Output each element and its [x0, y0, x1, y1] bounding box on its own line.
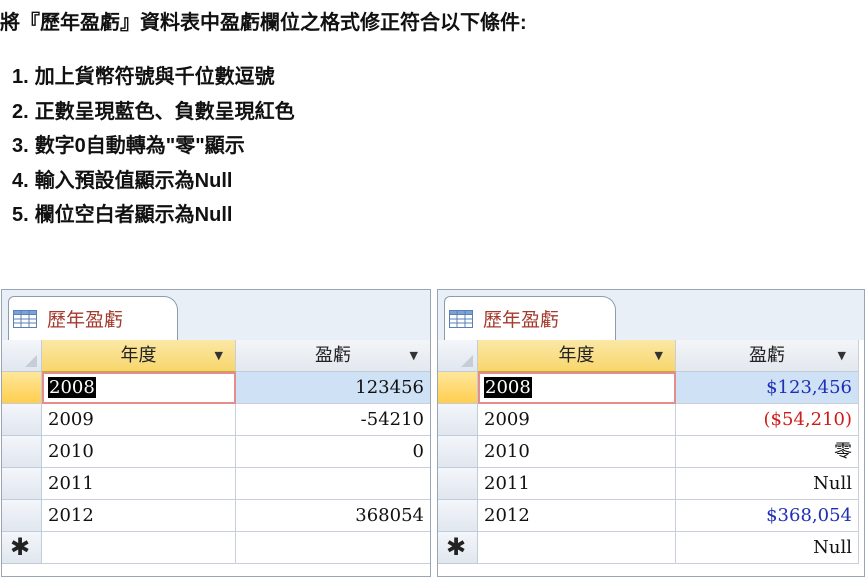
record-selector[interactable] [2, 372, 42, 404]
table-icon [449, 309, 473, 328]
record-selector[interactable] [2, 468, 42, 500]
record-selector[interactable] [438, 372, 478, 404]
table-row: 2008 $123,456 [438, 372, 864, 404]
header-row: 年度 ▼ 盈虧 ▼ [438, 340, 864, 372]
profit-cell[interactable]: Null [676, 532, 859, 564]
year-cell[interactable] [42, 532, 236, 564]
chevron-down-icon[interactable]: ▼ [838, 340, 846, 371]
condition-item: 5. 欄位空白者顯示為Null [12, 198, 295, 233]
condition-text: 正數呈現藍色、負數呈現紅色 [34, 100, 295, 123]
chevron-down-icon[interactable]: ▼ [655, 340, 663, 371]
table-row: 2008 123456 [2, 372, 430, 404]
condition-item: 1. 加上貨幣符號與千位數逗號 [12, 60, 295, 95]
year-cell[interactable]: 2011 [478, 468, 676, 500]
profit-cell[interactable]: -54210 [236, 404, 430, 436]
table-row: 2010 0 [2, 436, 430, 468]
column-header-profit[interactable]: 盈虧 ▼ [676, 340, 859, 372]
condition-number: 1. [12, 66, 29, 88]
profit-cell[interactable]: 368054 [236, 500, 430, 532]
column-header-year[interactable]: 年度 ▼ [478, 340, 676, 372]
record-selector[interactable] [438, 436, 478, 468]
record-selector[interactable]: ✱ [2, 532, 42, 564]
condition-text: 輸入預設值顯示為Null [34, 169, 233, 192]
instruction-title: 將『歷年盈虧』資料表中盈虧欄位之格式修正符合以下條件: [0, 12, 527, 34]
profit-cell[interactable]: 0 [236, 436, 430, 468]
table-icon [13, 309, 37, 328]
table-tab[interactable]: 歷年盈虧 [8, 296, 178, 340]
year-cell[interactable]: 2012 [478, 500, 676, 532]
condition-number: 2. [12, 100, 29, 123]
select-all-corner[interactable] [2, 340, 42, 372]
year-cell[interactable] [478, 532, 676, 564]
year-cell[interactable]: 2008 [42, 372, 236, 404]
record-selector[interactable] [2, 500, 42, 532]
column-header-year[interactable]: 年度 ▼ [42, 340, 236, 372]
table-row: 2009 -54210 [2, 404, 430, 436]
condition-item: 3. 數字0自動轉為"零"顯示 [12, 129, 295, 164]
condition-list: 1. 加上貨幣符號與千位數逗號 2. 正數呈現藍色、負數呈現紅色 3. 數字0自動轉為… [12, 60, 295, 233]
chevron-down-icon[interactable]: ▼ [215, 340, 223, 371]
record-selector[interactable] [438, 404, 478, 436]
record-selector[interactable] [438, 468, 478, 500]
condition-item: 4. 輸入預設值顯示為Null [12, 164, 295, 199]
profit-cell[interactable]: Null [676, 468, 859, 500]
year-cell[interactable]: 2008 [478, 372, 676, 404]
record-selector[interactable] [438, 500, 478, 532]
profit-cell[interactable]: ($54,210) [676, 404, 859, 436]
datasheet-after: 歷年盈虧 年度 ▼ 盈虧 ▼ 2008 $123,456 2009 ($54,2… [437, 289, 865, 577]
datasheet-grid: 年度 ▼ 盈虧 ▼ 2008 $123,456 2009 ($54,210) 2… [438, 340, 864, 576]
table-row: 2011 [2, 468, 430, 500]
profit-cell[interactable]: 123456 [236, 372, 430, 404]
profit-cell[interactable] [236, 532, 430, 564]
year-cell[interactable]: 2010 [42, 436, 236, 468]
asterisk-icon: ✱ [10, 534, 31, 561]
record-selector[interactable] [2, 436, 42, 468]
tab-label: 歷年盈虧 [483, 309, 560, 331]
profit-cell[interactable] [236, 468, 430, 500]
datasheet-before: 歷年盈虧 年度 ▼ 盈虧 ▼ 2008 123456 2009 -54210 2… [1, 289, 431, 577]
table-row: 2011 Null [438, 468, 864, 500]
chevron-down-icon[interactable]: ▼ [410, 340, 418, 371]
header-row: 年度 ▼ 盈虧 ▼ [2, 340, 430, 372]
profit-cell[interactable]: $368,054 [676, 500, 859, 532]
condition-number: 4. [12, 169, 29, 192]
condition-text: 數字0自動轉為"零"顯示 [34, 135, 245, 157]
new-record-row: ✱ [2, 532, 430, 564]
asterisk-icon: ✱ [446, 534, 467, 561]
year-cell[interactable]: 2009 [42, 404, 236, 436]
year-cell[interactable]: 2009 [478, 404, 676, 436]
new-record-row: ✱ Null [438, 532, 864, 564]
table-row: 2010 零 [438, 436, 864, 468]
column-header-profit[interactable]: 盈虧 ▼ [236, 340, 430, 372]
year-cell[interactable]: 2010 [478, 436, 676, 468]
table-tab[interactable]: 歷年盈虧 [444, 296, 616, 340]
tab-label: 歷年盈虧 [47, 309, 124, 331]
table-row: 2012 368054 [2, 500, 430, 532]
profit-cell[interactable]: 零 [676, 436, 859, 468]
record-selector[interactable] [2, 404, 42, 436]
select-all-corner[interactable] [438, 340, 478, 372]
year-cell[interactable]: 2012 [42, 500, 236, 532]
table-row: 2012 $368,054 [438, 500, 864, 532]
table-row: 2009 ($54,210) [438, 404, 864, 436]
record-selector[interactable]: ✱ [438, 532, 478, 564]
condition-number: 5. [12, 204, 29, 226]
condition-item: 2. 正數呈現藍色、負數呈現紅色 [12, 95, 295, 130]
datasheet-grid: 年度 ▼ 盈虧 ▼ 2008 123456 2009 -54210 2010 0… [2, 340, 430, 576]
profit-cell[interactable]: $123,456 [676, 372, 859, 404]
condition-text: 欄位空白者顯示為Null [34, 204, 233, 226]
condition-number: 3. [12, 135, 29, 157]
year-cell[interactable]: 2011 [42, 468, 236, 500]
condition-text: 加上貨幣符號與千位數逗號 [34, 66, 275, 88]
